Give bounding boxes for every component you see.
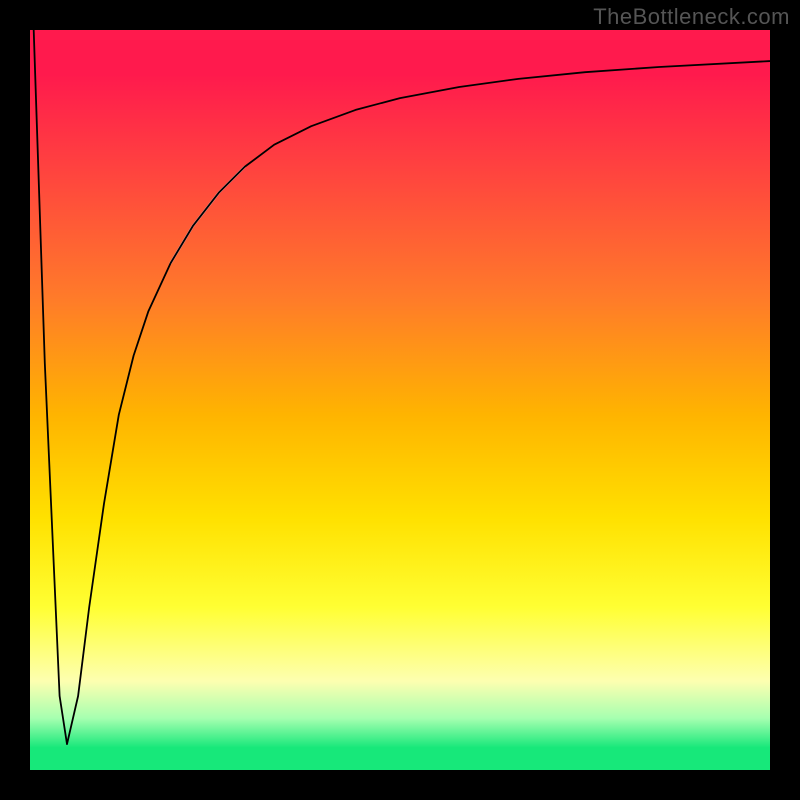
chart-frame: TheBottleneck.com xyxy=(0,0,800,800)
watermark-text: TheBottleneck.com xyxy=(593,4,790,30)
highlight-segment xyxy=(171,167,245,263)
plot-area xyxy=(30,30,770,770)
main-curve xyxy=(34,30,770,744)
curve-layer xyxy=(30,30,770,770)
